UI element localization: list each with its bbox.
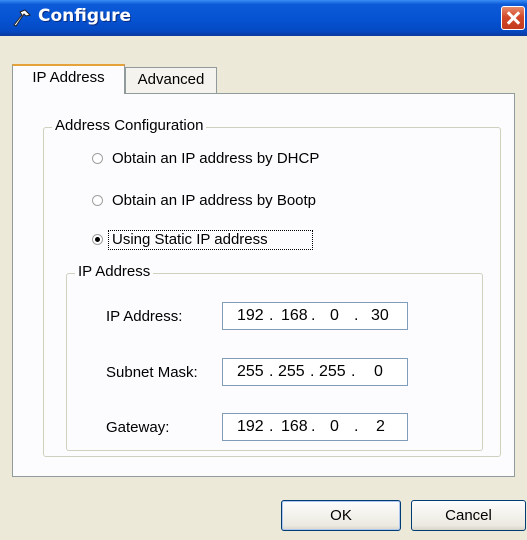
radio-label-text: Obtain an IP address by DHCP	[112, 150, 320, 167]
radio-static-ip[interactable]: Using Static IP address	[92, 230, 352, 251]
ip-octet[interactable]: 0	[330, 418, 339, 436]
window-title: Configure	[38, 6, 132, 26]
subnet-mask-field[interactable]: 255. 255. 255. 0	[222, 358, 408, 386]
ip-address-field[interactable]: 192. 168. 0. 30	[222, 302, 408, 330]
radio-dhcp[interactable]: Obtain an IP address by DHCP	[92, 150, 352, 170]
address-configuration-group: Address Configuration Obtain an IP addre…	[43, 117, 501, 457]
subnet-mask-label: Subnet Mask:	[106, 364, 198, 381]
radio-label-text: Using Static IP address	[112, 231, 268, 248]
title-bar[interactable]: Configure	[0, 0, 527, 36]
ok-button[interactable]: OK	[281, 500, 401, 531]
ip-octet[interactable]: 30	[371, 307, 389, 325]
ip-octet[interactable]: 2	[376, 418, 385, 436]
ip-octet[interactable]: 255	[278, 363, 305, 381]
ip-octet[interactable]: 255	[237, 363, 264, 381]
close-button[interactable]	[501, 6, 525, 30]
group-label: IP Address	[75, 263, 154, 280]
tab-label: Advanced	[137, 71, 205, 88]
radio-button[interactable]	[92, 234, 103, 245]
ip-octet[interactable]: 0	[374, 363, 383, 381]
configure-app-icon	[13, 9, 31, 27]
ip-octet[interactable]: 192	[237, 307, 264, 325]
ip-address-group: IP Address IP Address: 192. 168. 0. 30 S…	[66, 263, 483, 451]
radio-label-text: Obtain an IP address by Bootp	[112, 192, 317, 209]
ip-octet[interactable]: 255	[319, 363, 346, 381]
radio-label: Obtain an IP address by Bootp	[112, 192, 316, 209]
cancel-button[interactable]: Cancel	[411, 500, 526, 531]
radio-label: Using Static IP address	[112, 231, 268, 248]
radio-bootp[interactable]: Obtain an IP address by Bootp	[92, 192, 352, 212]
radio-button[interactable]	[92, 153, 103, 164]
tab-panel: Address Configuration Obtain an IP addre…	[12, 93, 515, 477]
gateway-field[interactable]: 192. 168. 0. 2	[222, 413, 408, 441]
ip-octet[interactable]: 168	[281, 418, 308, 436]
radio-button[interactable]	[92, 195, 103, 206]
tab-advanced[interactable]: Advanced	[125, 67, 217, 94]
ip-octet[interactable]: 192	[237, 418, 264, 436]
tab-label: IP Address	[32, 69, 105, 86]
radio-label: Obtain an IP address by DHCP	[112, 150, 319, 167]
ip-octet[interactable]: 168	[281, 307, 308, 325]
gateway-label: Gateway:	[106, 419, 170, 436]
ip-address-label: IP Address:	[106, 308, 183, 325]
tab-ip-address[interactable]: IP Address	[12, 64, 125, 94]
ip-octet[interactable]: 0	[330, 307, 339, 325]
group-label: Address Configuration	[52, 117, 207, 134]
